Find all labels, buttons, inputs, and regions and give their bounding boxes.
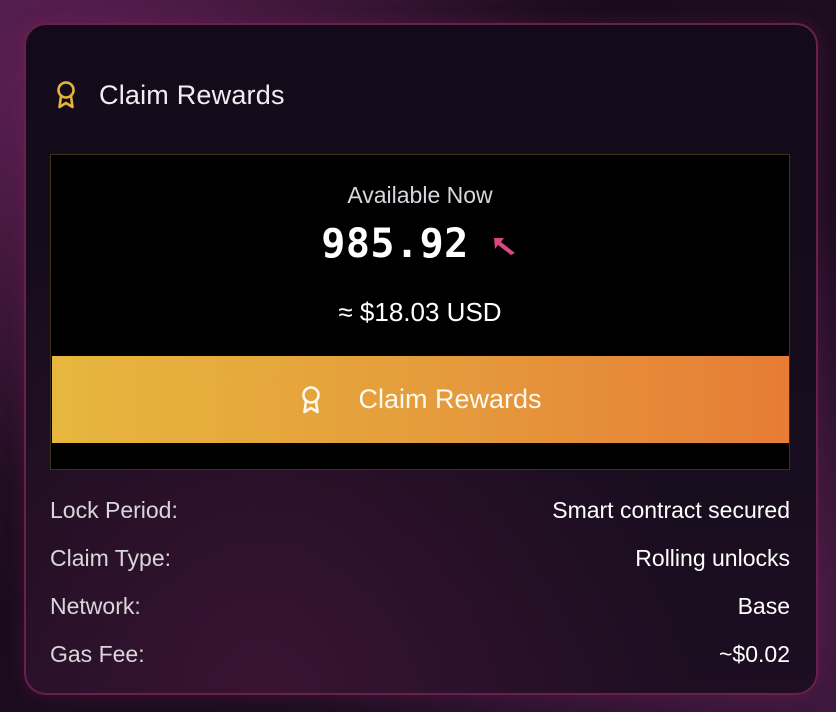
detail-key: Gas Fee: [50,640,145,667]
card-header: Claim Rewards [54,78,285,112]
card-title: Claim Rewards [99,79,285,110]
claim-rewards-button[interactable]: Claim Rewards [52,356,789,443]
detail-key: Lock Period: [50,496,178,523]
claim-details: Lock Period: Smart contract secured Clai… [50,486,790,678]
award-ribbon-icon [54,79,78,111]
detail-value: Smart contract secured [552,496,790,523]
detail-value: Base [737,592,790,619]
detail-key: Claim Type: [50,544,172,571]
award-ribbon-icon [299,384,323,416]
detail-row-gas-fee: Gas Fee: ~$0.02 [50,630,790,678]
detail-value: ~$0.02 [719,640,790,667]
usd-value: ≈ $18.03 USD [338,297,502,327]
available-label: Available Now [347,182,493,208]
detail-row-network: Network: Base [50,582,790,630]
detail-row-claim-type: Claim Type: Rolling unlocks [50,534,790,582]
detail-row-lock-period: Lock Period: Smart contract secured [50,486,790,534]
amount-row: 985.92 [51,221,789,267]
reward-amount: 985.92 [321,221,469,267]
detail-value: Rolling unlocks [635,544,790,571]
token-logo-icon [491,235,519,257]
claim-button-label: Claim Rewards [358,384,542,414]
rewards-panel: Available Now 985.92 ≈ $18.03 USD Claim … [50,154,790,470]
detail-key: Network: [50,592,141,619]
